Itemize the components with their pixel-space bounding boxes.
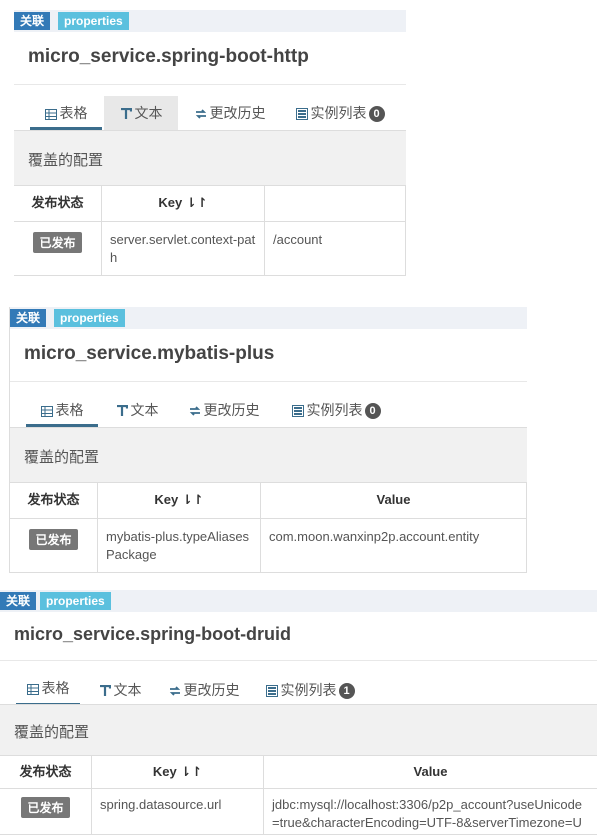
instances-icon	[291, 405, 304, 418]
status-cell: 已发布	[14, 222, 102, 276]
tab-history-label: 更改历史	[209, 105, 266, 121]
namespace-panel-2: 关联 properties micro_service.mybatis-plus…	[9, 307, 527, 573]
tab-text-label: 文本	[134, 105, 163, 121]
tab-table[interactable]: 表格	[16, 674, 80, 706]
format-tag: properties	[58, 12, 129, 30]
status-cell: 已发布	[0, 789, 92, 835]
tab-table[interactable]: 表格	[26, 393, 98, 427]
link-tag[interactable]: 关联	[0, 592, 37, 610]
override-section-header: 覆盖的配置	[14, 130, 406, 186]
key-cell: server.servlet.context-path	[102, 222, 265, 276]
link-tag[interactable]: 关联	[10, 309, 47, 327]
format-tag: properties	[40, 592, 111, 610]
divider	[14, 84, 406, 85]
override-section-title: 覆盖的配置	[24, 449, 100, 466]
namespace-title: micro_service.spring-boot-druid	[14, 624, 292, 644]
history-icon	[195, 109, 206, 119]
history-icon	[169, 686, 180, 696]
text-icon	[116, 405, 128, 417]
column-key[interactable]: Key ⇂↾	[98, 483, 261, 519]
key-cell: mybatis-plus.typeAliasesPackage	[98, 519, 261, 573]
value-cell: jdbc:mysql://localhost:3306/p2p_account?…	[264, 789, 597, 835]
tab-history[interactable]: 更改历史	[164, 674, 244, 706]
column-key-label: Key	[152, 764, 177, 779]
tab-table-label: 表格	[55, 402, 84, 418]
tab-instances-label: 实例列表	[306, 402, 363, 418]
instances-icon	[265, 685, 278, 698]
tab-history-label: 更改历史	[183, 682, 240, 698]
sort-icon[interactable]: ⇂↾	[180, 764, 202, 779]
namespace-panel-3: 关联 properties micro_service.spring-boot-…	[0, 590, 597, 835]
published-badge: 已发布	[33, 232, 82, 253]
divider	[10, 381, 527, 382]
published-badge: 已发布	[21, 797, 70, 818]
namespace-panel-1: 关联 properties micro_service.spring-boot-…	[14, 10, 406, 276]
tab-instances-label: 实例列表	[310, 105, 367, 121]
tab-text[interactable]: 文本	[104, 96, 178, 130]
table-icon	[40, 405, 53, 417]
instances-count-badge: 1	[338, 683, 355, 700]
namespace-title: micro_service.spring-boot-http	[28, 46, 309, 67]
table-icon	[44, 108, 57, 120]
tab-table-label: 表格	[59, 105, 88, 121]
override-section-title: 覆盖的配置	[28, 152, 104, 169]
column-key-label: Key	[158, 195, 183, 210]
tab-text[interactable]: 文本	[102, 393, 172, 427]
divider	[0, 660, 597, 661]
tab-instances-label: 实例列表	[280, 682, 337, 698]
key-cell: spring.datasource.url	[92, 789, 264, 835]
tab-instances[interactable]: 实例列表 0	[292, 96, 388, 130]
tab-history[interactable]: 更改历史	[192, 96, 268, 130]
tab-instances[interactable]: 实例列表 1	[262, 674, 358, 706]
column-status: 发布状态	[0, 756, 92, 789]
column-key[interactable]: Key ⇂↾	[92, 756, 264, 789]
column-key-label: Key	[154, 492, 179, 507]
tab-history-label: 更改历史	[203, 402, 260, 418]
link-tag[interactable]: 关联	[14, 12, 51, 30]
value-cell: com.moon.wanxinp2p.account.entity	[261, 519, 527, 573]
namespace-tag-bar: 关联 properties	[0, 590, 597, 612]
tab-instances[interactable]: 实例列表 0	[288, 393, 384, 427]
tab-text-label: 文本	[113, 682, 142, 698]
tab-text-label: 文本	[130, 402, 159, 418]
format-tag: properties	[54, 309, 125, 327]
column-status: 发布状态	[14, 186, 102, 222]
column-value	[265, 186, 406, 222]
instances-count-badge: 0	[364, 403, 381, 420]
instances-icon	[295, 108, 308, 121]
namespace-tag-bar: 关联 properties	[10, 307, 527, 329]
tab-text[interactable]: 文本	[88, 674, 152, 706]
column-value: Value	[261, 483, 527, 519]
tab-table-label: 表格	[41, 680, 70, 696]
tab-history[interactable]: 更改历史	[184, 393, 264, 427]
column-key[interactable]: Key ⇂↾	[102, 186, 265, 222]
override-section-title: 覆盖的配置	[14, 724, 90, 741]
text-icon	[120, 108, 132, 120]
sort-icon[interactable]: ⇂↾	[182, 492, 204, 507]
column-status: 发布状态	[10, 483, 98, 519]
table-icon	[26, 683, 39, 695]
override-section-header: 覆盖的配置	[10, 427, 527, 483]
published-badge: 已发布	[29, 529, 78, 550]
namespace-title: micro_service.mybatis-plus	[24, 343, 275, 364]
tab-table[interactable]: 表格	[30, 96, 102, 130]
history-icon	[189, 406, 200, 416]
text-icon	[99, 685, 111, 697]
override-section-header: 覆盖的配置	[0, 704, 597, 756]
namespace-tag-bar: 关联 properties	[14, 10, 406, 32]
instances-count-badge: 0	[368, 106, 385, 123]
column-value: Value	[264, 756, 597, 789]
sort-icon[interactable]: ⇂↾	[186, 195, 208, 210]
value-cell: /account	[265, 222, 406, 276]
status-cell: 已发布	[10, 519, 98, 573]
